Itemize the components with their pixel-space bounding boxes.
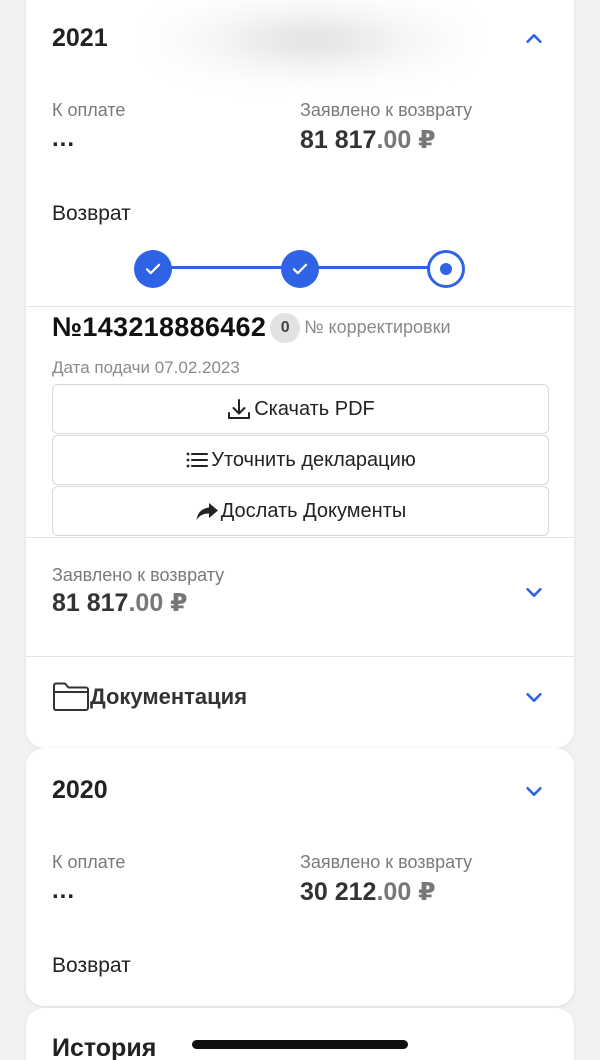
chevron-down-icon[interactable] [520,683,548,711]
documentation-row[interactable]: Документация [52,681,548,713]
history-title: История [52,1034,157,1060]
home-indicator[interactable] [192,1040,408,1049]
claimed-block: Заявлено к возврату 30 212.00 ₽ [300,852,472,907]
tax-year-card-2021: 2021 К оплате ... Заявлено к возврату 81… [26,0,574,748]
declaration-number-row: №143218886462 0 № корректировки [52,312,451,343]
list-icon [186,452,209,468]
stepper-line [300,266,447,269]
claimed-amount-int: 30 212 [300,878,377,906]
download-pdf-button[interactable]: Скачать PDF [52,384,549,434]
divider [26,537,574,538]
to-pay-value: ... [52,125,76,152]
claimed-amount: 30 212.00 ₽ [300,877,472,907]
claimed-label: Заявлено к возврату [300,852,473,872]
status-stepper [26,250,574,288]
folder-icon [53,682,89,711]
to-pay-block: К оплате ... [52,100,125,153]
chevron-up-icon[interactable] [520,25,548,53]
clarify-declaration-label: Уточнить декларацию [211,448,416,471]
refund-label: Возврат [52,202,131,225]
claimed-summary-amount: 81 817.00 ₽ [52,588,224,618]
year-header[interactable]: 2020 [52,776,548,805]
documentation-label: Документация [90,684,248,709]
to-pay-value: ... [52,877,76,904]
submit-date: Дата подачи 07.02.2023 [52,358,240,377]
send-documents-button[interactable]: Дослать Документы [52,486,549,536]
claimed-summary-label: Заявлено к возврату [52,565,225,585]
chevron-down-icon[interactable] [520,777,548,805]
year-header[interactable]: 2021 [52,24,548,53]
year-title: 2020 [52,776,108,804]
to-pay-block: К оплате ... [52,852,125,905]
claimed-summary-cents: .00 ₽ [128,589,188,617]
step-current [427,250,465,288]
claimed-summary-int: 81 817 [52,589,129,617]
refund-label: Возврат [52,954,131,977]
year-title: 2021 [52,24,108,52]
divider [26,656,574,657]
correction-count-badge: 0 [270,312,301,343]
claimed-amount-int: 81 817 [300,126,377,154]
claimed-amount-cents: .00 ₽ [376,878,436,906]
step-completed [281,250,319,288]
clarify-declaration-button[interactable]: Уточнить декларацию [52,435,549,485]
send-documents-label: Дослать Документы [220,499,407,522]
share-arrow-icon [196,503,218,520]
correction-label: № корректировки [304,317,451,337]
claimed-summary: Заявлено к возврату 81 817.00 ₽ [52,565,224,618]
declaration-number: №143218886462 [52,312,267,342]
download-icon [228,399,251,419]
download-pdf-label: Скачать PDF [254,397,375,420]
to-pay-label: К оплате [52,852,126,872]
divider [26,306,574,307]
step-current-dot [440,263,452,275]
step-completed [134,250,172,288]
stepper-line [153,266,300,269]
to-pay-label: К оплате [52,100,126,120]
documentation-title: Документация [52,681,247,713]
claimed-amount-cents: .00 ₽ [376,126,436,154]
chevron-down-icon[interactable] [520,578,548,606]
history-card: История [26,1008,574,1060]
claimed-label: Заявлено к возврату [300,100,473,120]
claimed-block: Заявлено к возврату 81 817.00 ₽ [300,100,472,155]
claimed-amount: 81 817.00 ₽ [300,125,472,155]
check-icon [145,263,161,275]
check-icon [292,263,308,275]
claimed-summary-row[interactable]: Заявлено к возврату 81 817.00 ₽ [52,565,548,618]
tax-year-card-2020: 2020 К оплате ... Заявлено к возврату 30… [26,748,574,1006]
